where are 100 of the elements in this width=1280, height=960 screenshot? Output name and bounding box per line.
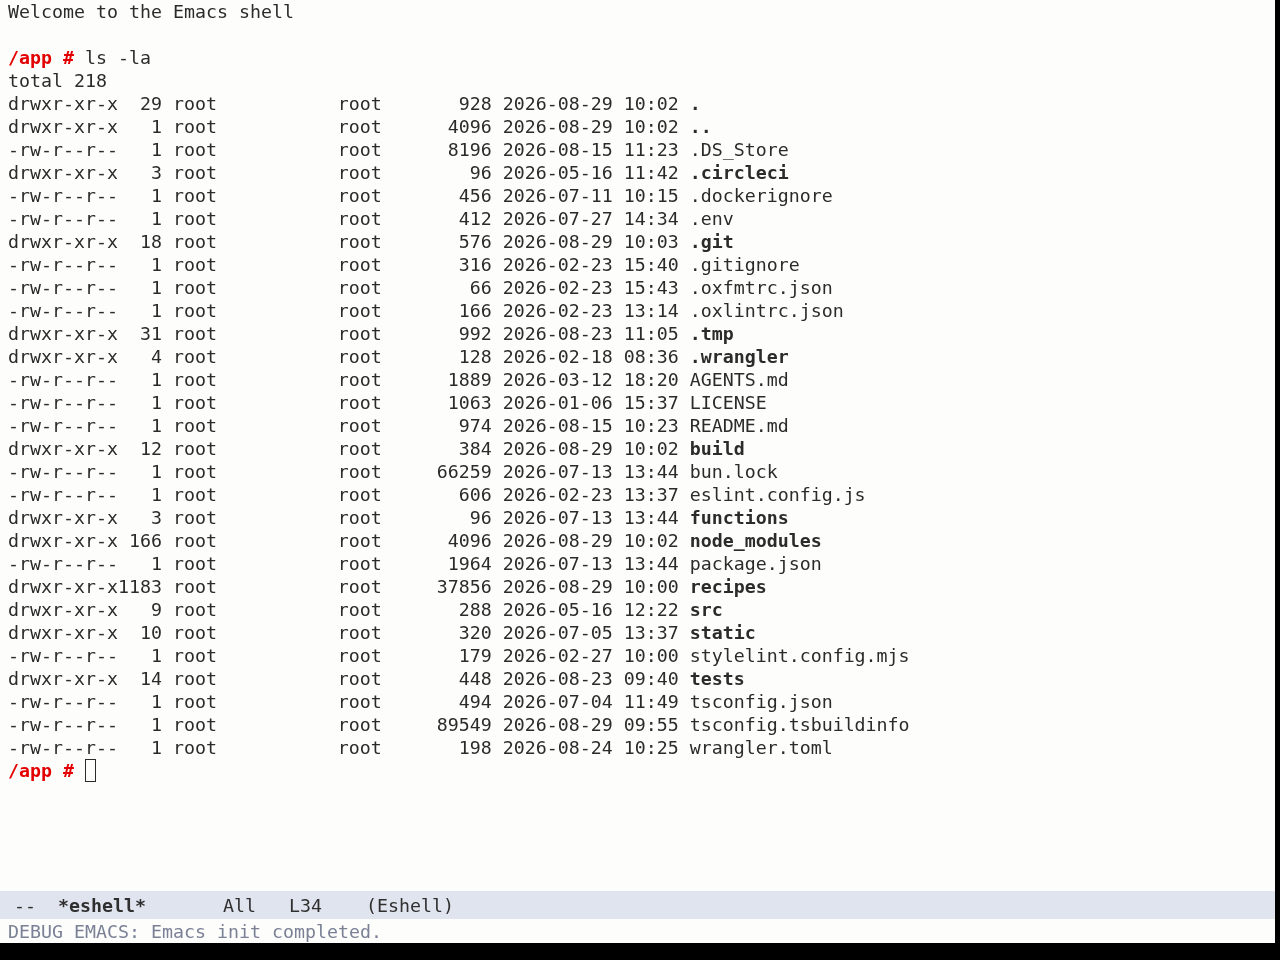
owner-name: root (172, 230, 217, 253)
date-text: 2026-08-29 (502, 115, 613, 138)
group-name: root (337, 207, 382, 230)
file-size: 37856 (436, 575, 492, 598)
time-text: 10:15 (623, 184, 679, 207)
link-count: 9 (150, 598, 162, 621)
permissions-text: drwxr-xr-x (8, 621, 118, 644)
link-count: 12 (139, 437, 162, 460)
time-text: 10:00 (623, 575, 679, 598)
date-text: 2026-07-05 (502, 621, 613, 644)
file-size: 494 (458, 690, 492, 713)
owner-name: root (172, 299, 217, 322)
group-name: root (337, 322, 382, 345)
date-text: 2026-08-23 (502, 322, 613, 345)
date-text: 2026-02-23 (502, 276, 613, 299)
permissions-text: -rw-r--r-- (8, 690, 118, 713)
date-text: 2026-08-24 (502, 736, 613, 759)
link-count: 1 (150, 391, 162, 414)
date-text: 2026-08-29 (502, 230, 613, 253)
permissions-text: -rw-r--r-- (8, 276, 118, 299)
owner-name: root (172, 460, 217, 483)
group-name: root (337, 230, 382, 253)
date-text: 2026-02-27 (502, 644, 613, 667)
directory-name: .circleci (689, 161, 789, 184)
time-text: 13:14 (623, 299, 679, 322)
owner-name: root (172, 644, 217, 667)
date-text: 2026-02-23 (502, 253, 613, 276)
link-count: 1 (150, 644, 162, 667)
file-size: 456 (458, 184, 492, 207)
command-text: ls -la (84, 46, 151, 69)
time-text: 11:23 (623, 138, 679, 161)
date-text: 2026-07-11 (502, 184, 613, 207)
time-text: 10:02 (623, 92, 679, 115)
file-size: 928 (458, 92, 492, 115)
directory-name: src (689, 598, 723, 621)
owner-name: root (172, 276, 217, 299)
time-text: 10:02 (623, 115, 679, 138)
time-text: 09:40 (623, 667, 679, 690)
group-name: root (337, 644, 382, 667)
date-text: 2026-05-16 (502, 598, 613, 621)
file-name: bun.lock (689, 460, 778, 483)
time-text: 14:34 (623, 207, 679, 230)
owner-name: root (172, 598, 217, 621)
directory-name: node_modules (689, 529, 822, 552)
file-size: 4096 (447, 529, 492, 552)
welcome-text: Welcome to the Emacs shell (8, 0, 294, 23)
group-name: root (337, 92, 382, 115)
group-name: root (337, 345, 382, 368)
owner-name: root (172, 736, 217, 759)
file-name: .oxfmtrc.json (689, 276, 833, 299)
owner-name: root (172, 667, 217, 690)
group-name: root (337, 736, 382, 759)
link-count: 3 (150, 506, 162, 529)
link-count: 4 (150, 345, 162, 368)
file-name: README.md (689, 414, 789, 437)
permissions-text: drwxr-xr-x (8, 598, 118, 621)
group-name: root (337, 138, 382, 161)
permissions-text: drwxr-xr-x (8, 437, 118, 460)
date-text: 2026-07-27 (502, 207, 613, 230)
date-text: 2026-08-29 (502, 575, 613, 598)
group-name: root (337, 253, 382, 276)
date-text: 2026-02-18 (502, 345, 613, 368)
directory-name: .tmp (689, 322, 734, 345)
file-size: 66 (469, 276, 492, 299)
time-text: 08:36 (623, 345, 679, 368)
link-count: 1 (150, 207, 162, 230)
time-text: 11:42 (623, 161, 679, 184)
owner-name: root (172, 506, 217, 529)
owner-name: root (172, 713, 217, 736)
permissions-text: drwxr-xr-x (8, 161, 118, 184)
date-text: 2026-07-13 (502, 506, 613, 529)
file-size: 606 (458, 483, 492, 506)
link-count: 1183 (117, 575, 162, 598)
date-text: 2026-08-23 (502, 667, 613, 690)
file-size: 1063 (447, 391, 492, 414)
position-text: All (222, 893, 256, 917)
group-name: root (337, 299, 382, 322)
major-mode: (Eshell) (365, 893, 454, 917)
link-count: 1 (150, 138, 162, 161)
time-text: 13:44 (623, 460, 679, 483)
link-count: 18 (139, 230, 162, 253)
permissions-text: drwxr-xr-x (8, 322, 118, 345)
permissions-text: -rw-r--r-- (8, 713, 118, 736)
group-name: root (337, 713, 382, 736)
time-text: 13:44 (623, 552, 679, 575)
date-text: 2026-08-15 (502, 138, 613, 161)
group-name: root (337, 552, 382, 575)
group-name: root (337, 575, 382, 598)
owner-name: root (172, 115, 217, 138)
date-text: 2026-08-29 (502, 92, 613, 115)
owner-name: root (172, 207, 217, 230)
file-name: .dockerignore (689, 184, 833, 207)
group-name: root (337, 667, 382, 690)
permissions-text: -rw-r--r-- (8, 414, 118, 437)
link-count: 1 (150, 299, 162, 322)
permissions-text: -rw-r--r-- (8, 138, 118, 161)
permissions-text: drwxr-xr-x (8, 345, 118, 368)
time-text: 10:02 (623, 529, 679, 552)
directory-name: functions (689, 506, 789, 529)
permissions-text: drwxr-xr-x (8, 506, 118, 529)
